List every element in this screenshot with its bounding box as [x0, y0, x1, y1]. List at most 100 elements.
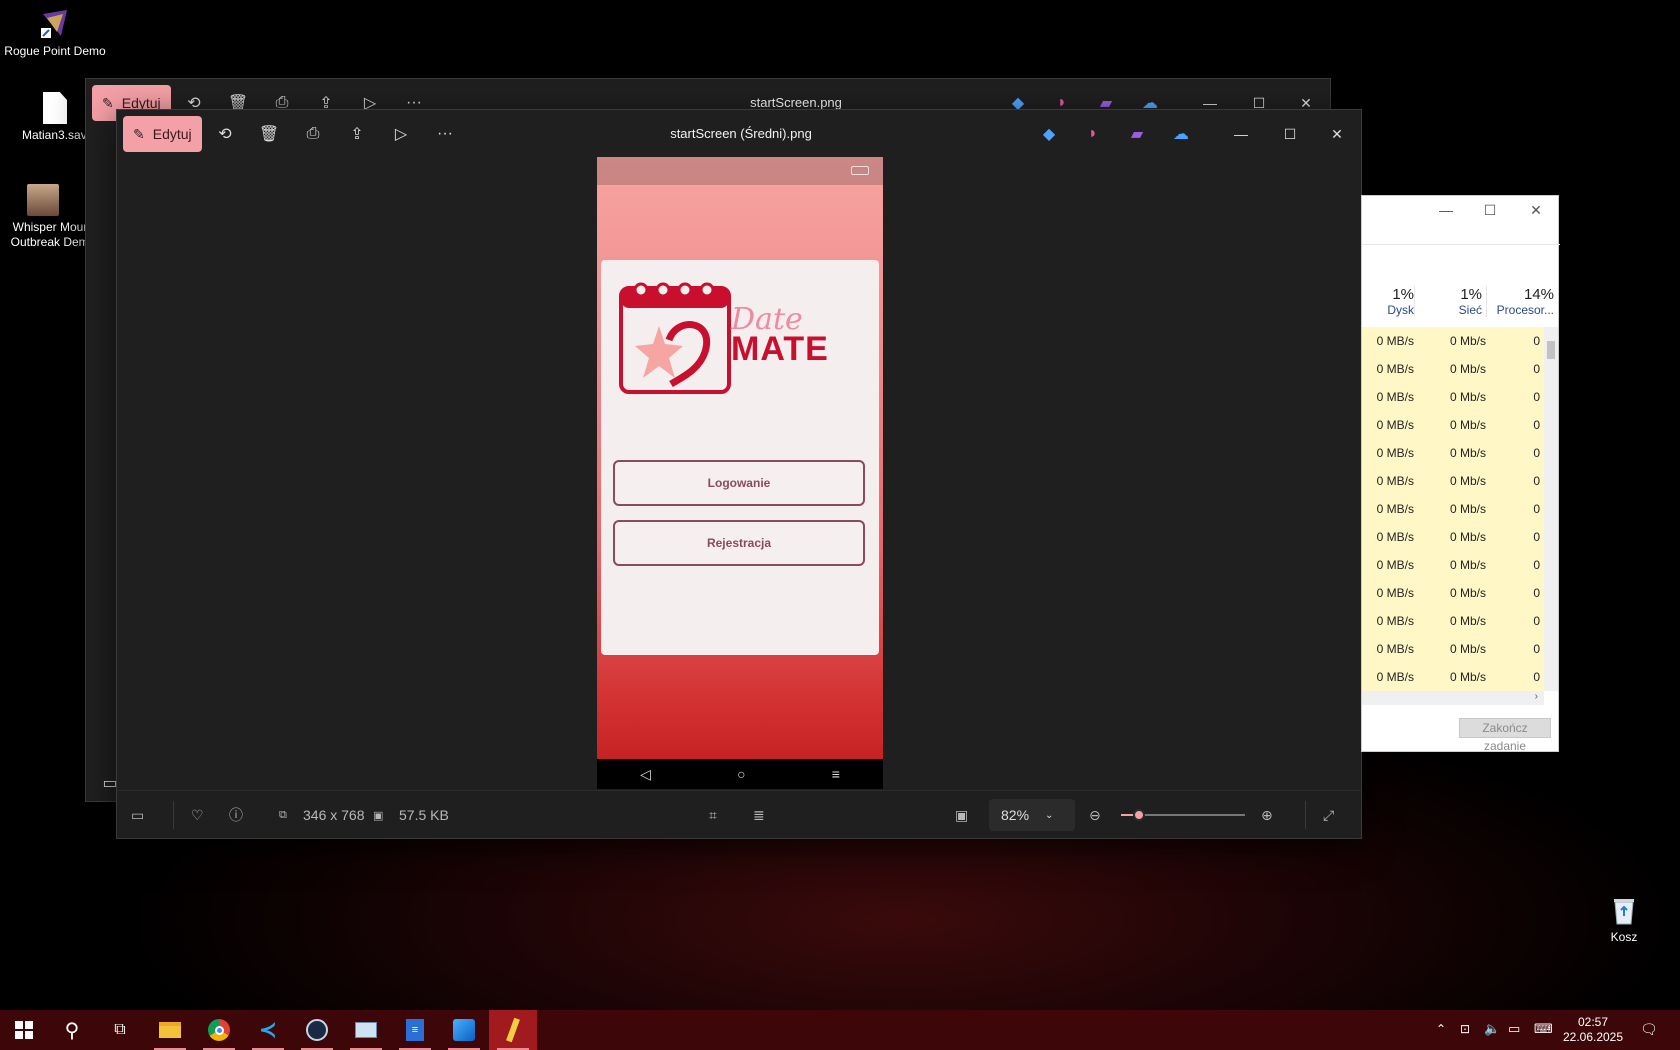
minimize-icon[interactable]: — — [1231, 124, 1251, 144]
table-row[interactable]: 0 MB/s 0 Mb/s 0 — [1362, 411, 1544, 439]
edit-button[interactable]: ✎ Edytuj — [123, 116, 202, 152]
search-icon[interactable]: ⚲ — [48, 1010, 96, 1050]
share-icon[interactable]: ⇪ — [347, 124, 367, 144]
table-cell: 0 MB/s — [1376, 502, 1414, 516]
notification-icon[interactable]: 🗨 — [1640, 1021, 1658, 1038]
desktop-icon-whisper[interactable]: Whisper Mount Outbreak Demo — [0, 184, 86, 250]
register-button[interactable]: Rejestracja — [613, 520, 865, 566]
zoom-out-icon[interactable]: ⊖ — [1089, 805, 1101, 825]
vertical-scrollbar[interactable] — [1544, 327, 1558, 691]
zoom-in-icon[interactable]: ⊕ — [1261, 805, 1273, 825]
table-cell: 0 MB/s — [1376, 418, 1414, 432]
close-icon[interactable]: ✕ — [1526, 200, 1546, 220]
rotate-icon[interactable]: ⟲ — [215, 124, 235, 144]
table-cell: 0 — [1533, 446, 1540, 460]
ocr-icon[interactable]: ⌗ — [709, 805, 717, 825]
filesize-icon: ▣ — [373, 809, 384, 822]
zoom-select[interactable]: 82% ⌄ — [989, 799, 1075, 831]
table-cell: 0 — [1533, 418, 1540, 432]
fullscreen-icon[interactable]: ⤢ — [1323, 805, 1334, 825]
more-icon[interactable]: ··· — [435, 124, 455, 144]
actual-size-icon[interactable]: ▣ — [955, 805, 968, 825]
table-cell: 0 Mb/s — [1449, 446, 1486, 460]
word-icon[interactable]: ≡ — [391, 1010, 439, 1050]
volume-icon[interactable]: 🔈 — [1484, 1021, 1500, 1037]
table-row[interactable]: 0 MB/s 0 Mb/s 0 — [1362, 523, 1544, 551]
info-icon[interactable]: ⓘ — [229, 805, 243, 825]
table-cell: 0 — [1533, 558, 1540, 572]
desktop-icon-label: Rogue Point Demo — [4, 44, 106, 58]
table-row[interactable]: 0 MB/s 0 Mb/s 0 — [1362, 439, 1544, 467]
keyboard-icon[interactable]: ⌨ — [1534, 1021, 1553, 1037]
table-row[interactable]: 0 MB/s 0 Mb/s 0 — [1362, 355, 1544, 383]
table-cell: 0 Mb/s — [1449, 642, 1486, 656]
table-row[interactable]: 0 MB/s 0 Mb/s 0 — [1362, 467, 1544, 495]
app-icon[interactable] — [489, 1010, 537, 1050]
status-bar: ▭ ♡ ⓘ ⧉ 346 x 768 ▣ 57.5 KB ⌗ ≣ ▣ 82% ⌄ … — [117, 790, 1361, 838]
print-icon[interactable]: ⎙ — [303, 124, 323, 144]
filmstrip-icon[interactable]: ▭ — [131, 805, 144, 825]
back-icon: ◁ — [640, 765, 651, 782]
battery-icon — [851, 166, 869, 175]
network-icon[interactable]: ▭ — [1508, 1021, 1520, 1037]
zoom-slider-thumb[interactable] — [1133, 809, 1146, 821]
maximize-icon[interactable]: ☐ — [1480, 200, 1500, 220]
column-header-cpu[interactable]: 14% Procesor... — [1486, 286, 1558, 317]
desktop-icon-label: Kosz — [1610, 930, 1638, 944]
table-cell: 0 — [1533, 586, 1540, 600]
game-shortcut-icon — [27, 184, 59, 216]
task-view-icon[interactable]: ⧉ — [96, 1010, 144, 1050]
chevron-up-icon[interactable]: ⌃ — [1436, 1022, 1446, 1036]
table-cell: 0 MB/s — [1376, 642, 1414, 656]
table-row[interactable]: 0 MB/s 0 Mb/s 0 — [1362, 635, 1544, 663]
table-row[interactable]: 0 MB/s 0 Mb/s 0 — [1362, 579, 1544, 607]
chrome-icon[interactable] — [195, 1010, 243, 1050]
column-header-network[interactable]: 1% Sieć — [1414, 286, 1486, 317]
table-cell: 0 Mb/s — [1449, 418, 1486, 432]
photos-app-icon[interactable]: ◆ — [1039, 124, 1059, 144]
minimize-icon[interactable]: — — [1436, 200, 1456, 220]
clock-date: 22.06.2025 — [1562, 1030, 1624, 1044]
slideshow-icon[interactable]: ▷ — [391, 124, 411, 144]
file-explorer-icon[interactable] — [146, 1010, 194, 1050]
text-scan-icon[interactable]: ≣ — [753, 805, 765, 825]
table-cell: 0 MB/s — [1376, 530, 1414, 544]
task-manager-icon[interactable] — [342, 1010, 390, 1050]
table-cell: 0 — [1533, 334, 1540, 348]
image-preview: Date MATE Logowanie Rejestracja ◁ ○ ≡ — [597, 157, 883, 789]
game-shortcut-icon — [39, 8, 71, 40]
chevron-down-icon: ⌄ — [1045, 809, 1054, 821]
table-row[interactable]: 0 MB/s 0 Mb/s 0 — [1362, 663, 1544, 691]
start-icon[interactable] — [0, 1010, 48, 1050]
clock[interactable]: 02:57 22.06.2025 — [1560, 1015, 1626, 1045]
table-row[interactable]: 0 MB/s 0 Mb/s 0 — [1362, 607, 1544, 635]
zoom-slider[interactable] — [1121, 805, 1245, 825]
maximize-icon[interactable]: ☐ — [1280, 124, 1300, 144]
table-row[interactable]: 0 MB/s 0 Mb/s 0 — [1362, 327, 1544, 355]
photos-icon[interactable] — [440, 1010, 488, 1050]
table-row[interactable]: 0 MB/s 0 Mb/s 0 — [1362, 383, 1544, 411]
favorite-icon[interactable]: ♡ — [191, 805, 204, 825]
table-row[interactable]: 0 MB/s 0 Mb/s 0 — [1362, 551, 1544, 579]
divider — [1362, 244, 1560, 245]
delete-icon[interactable]: 🗑 — [259, 124, 279, 144]
desktop-icon-rogue-point[interactable]: Rogue Point Demo — [2, 8, 108, 59]
tray-app-icon[interactable]: ⊡ — [1460, 1022, 1470, 1036]
table-cell: 0 — [1533, 474, 1540, 488]
vscode-icon[interactable]: ≺ — [244, 1010, 292, 1050]
column-header-disk[interactable]: 1% Dysk — [1362, 286, 1414, 317]
table-row[interactable]: 0 MB/s 0 Mb/s 0 — [1362, 495, 1544, 523]
table-cell: 0 Mb/s — [1449, 334, 1486, 348]
onedrive-off-icon[interactable]: ☁ — [1171, 124, 1191, 144]
designer-icon[interactable]: ▰ — [1127, 124, 1147, 144]
table-cell: 0 Mb/s — [1449, 614, 1486, 628]
login-button[interactable]: Logowanie — [613, 460, 865, 506]
horizontal-scrollbar[interactable]: › — [1362, 691, 1544, 705]
desktop-icon-recycle-bin[interactable]: Kosz — [1571, 896, 1677, 945]
phone-status-bar — [597, 157, 883, 185]
task-manager-window[interactable]: — ☐ ✕ 1% Dysk 1% Sieć 14% Procesor... 0 … — [1361, 195, 1560, 753]
clipchamp-icon[interactable]: ◗ — [1083, 124, 1103, 144]
close-icon[interactable]: ✕ — [1327, 124, 1347, 144]
steam-icon[interactable] — [293, 1010, 341, 1050]
end-task-button[interactable]: Zakończ zadanie — [1459, 718, 1551, 753]
